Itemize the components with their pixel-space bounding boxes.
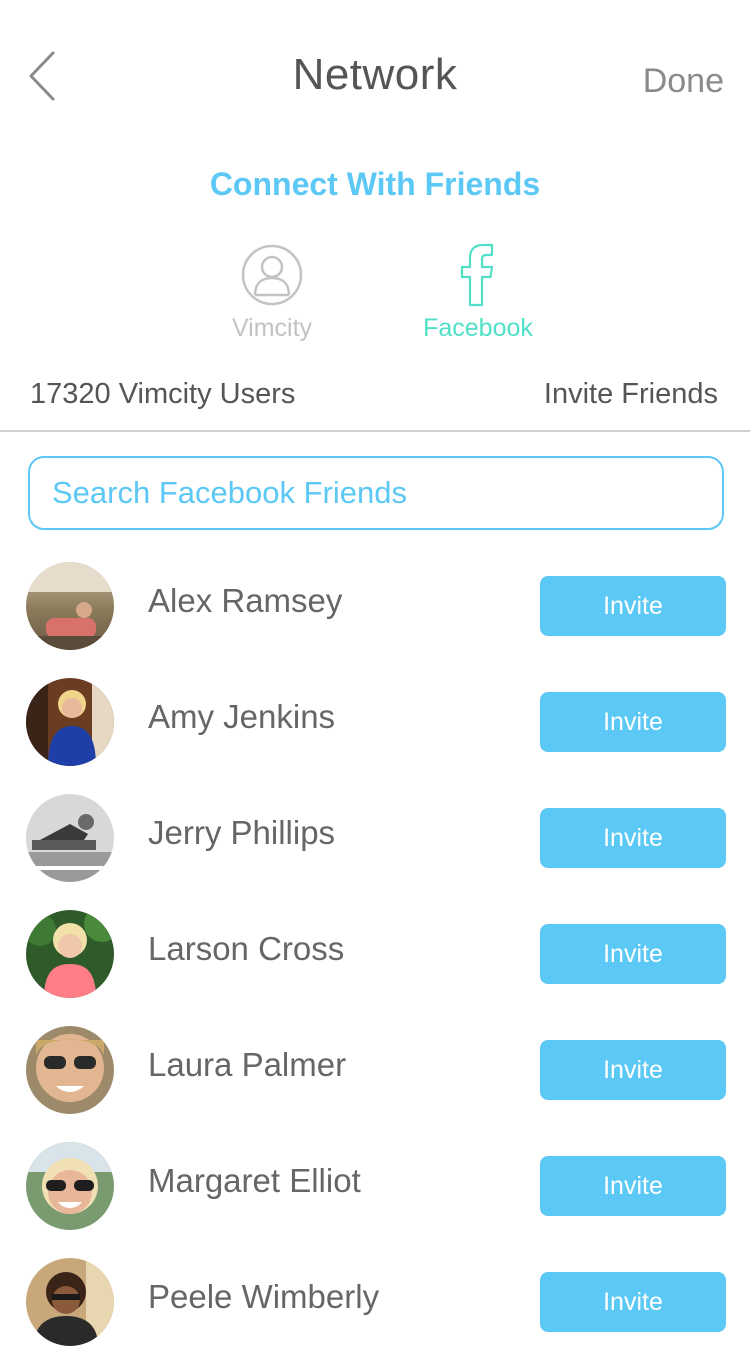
friends-list: Alex Ramsey Invite Amy Jenkins Invite Je… (0, 546, 750, 1358)
invite-button[interactable]: Invite (540, 576, 726, 636)
friend-row: Jerry Phillips Invite (0, 778, 750, 894)
tab-vimcity[interactable]: Vimcity (192, 242, 352, 343)
friend-name: Laura Palmer (148, 1046, 347, 1083)
friend-row: Amy Jenkins Invite (0, 662, 750, 778)
avatar (26, 1026, 114, 1114)
friend-name: Alex Ramsey (148, 582, 343, 619)
invite-button[interactable]: Invite (540, 808, 726, 868)
avatar (26, 562, 114, 650)
users-count: 17320 Vimcity Users (30, 378, 296, 410)
navigation-bar: Network Done (0, 0, 750, 150)
friend-row: Alex Ramsey Invite (0, 546, 750, 662)
friend-row: Peele Wimberly Invite (0, 1242, 750, 1358)
done-button[interactable]: Done (643, 62, 724, 101)
friend-row: Larson Cross Invite (0, 894, 750, 1010)
divider (0, 430, 750, 432)
avatar (26, 1142, 114, 1230)
friend-name: Margaret Elliot (148, 1162, 361, 1199)
friend-name: Larson Cross (148, 930, 345, 967)
user-circle-icon (241, 244, 303, 306)
connect-heading: Connect With Friends (209, 166, 541, 202)
avatar (26, 794, 114, 882)
invite-button[interactable]: Invite (540, 1156, 726, 1216)
tab-vimcity-label: Vimcity (231, 314, 313, 342)
invite-button[interactable]: Invite (540, 924, 726, 984)
tab-facebook-label: Facebook (423, 314, 533, 342)
avatar (26, 910, 114, 998)
avatar (26, 678, 114, 766)
friend-name: Peele Wimberly (148, 1278, 380, 1315)
invite-button[interactable]: Invite (540, 1272, 726, 1332)
search-input[interactable] (28, 456, 724, 530)
facebook-icon (460, 243, 494, 307)
invite-button[interactable]: Invite (540, 692, 726, 752)
invite-button[interactable]: Invite (540, 1040, 726, 1100)
friend-name: Amy Jenkins (148, 698, 336, 735)
friend-name: Jerry Phillips (148, 814, 336, 851)
avatar (26, 1258, 114, 1346)
tab-facebook[interactable]: Facebook (398, 242, 558, 343)
friend-row: Margaret Elliot Invite (0, 1126, 750, 1242)
friend-row: Laura Palmer Invite (0, 1010, 750, 1126)
page-title: Network (292, 50, 458, 99)
invite-friends-link[interactable]: Invite Friends (544, 378, 718, 411)
